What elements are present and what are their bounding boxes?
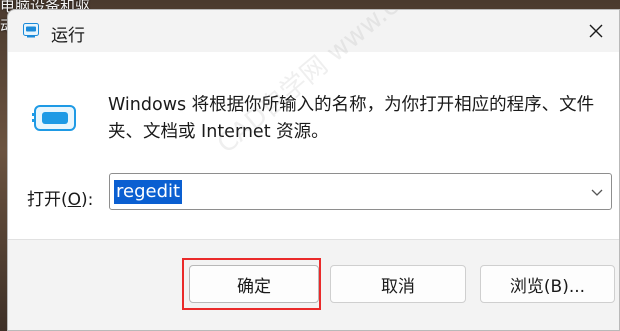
dialog-title: 运行 <box>51 26 85 46</box>
command-input[interactable]: regedit <box>114 180 183 204</box>
run-dialog: 运行 Windows 将根据你所输入的名称，为你打开相应的程序、文件夹、文档或 … <box>7 9 620 331</box>
description-text: Windows 将根据你所输入的名称，为你打开相应的程序、文件夹、文档或 Int… <box>108 95 595 142</box>
dialog-content: Windows 将根据你所输入的名称，为你打开相应的程序、文件夹、文档或 Int… <box>8 10 619 240</box>
run-icon <box>32 105 76 131</box>
ok-button[interactable]: 确定 <box>189 265 319 303</box>
open-label: 打开(O): <box>27 190 94 210</box>
browse-button[interactable]: 浏览(B)... <box>480 265 615 303</box>
run-app-icon <box>23 23 39 38</box>
close-button[interactable] <box>573 10 619 52</box>
cancel-button[interactable]: 取消 <box>330 265 466 303</box>
chevron-down-icon[interactable] <box>589 184 605 200</box>
command-combobox[interactable]: regedit <box>109 173 612 210</box>
close-icon <box>589 24 603 38</box>
